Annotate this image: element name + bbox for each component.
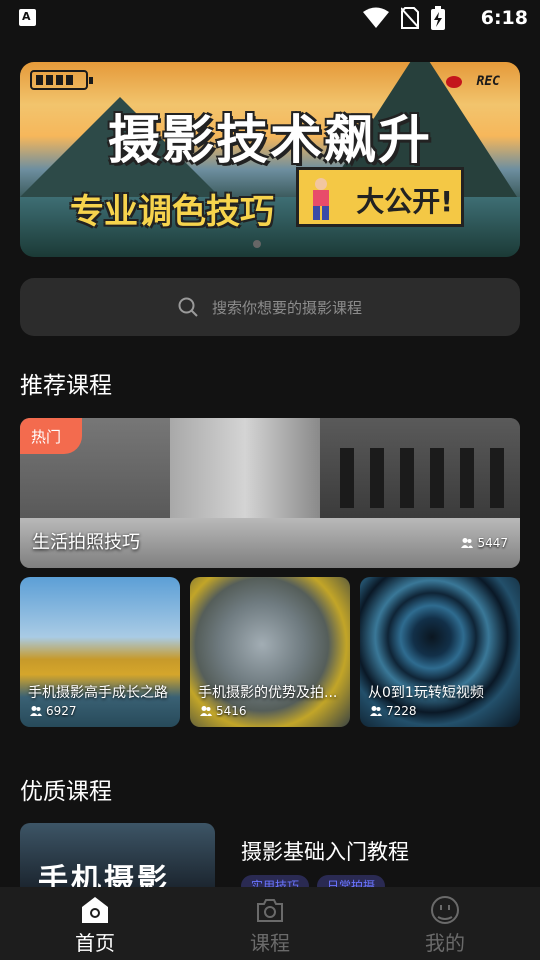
- home-icon: [82, 897, 108, 923]
- promo-banner[interactable]: REC 摄影技术飙升 专业调色技巧 大公开!: [20, 62, 520, 257]
- no-sim-icon: [401, 7, 419, 29]
- people-icon: [370, 706, 382, 716]
- featured-course-card[interactable]: 热门 生活拍照技巧 5447: [20, 418, 520, 568]
- people-icon: [200, 706, 212, 716]
- course-card-label: 从0到1玩转短视频: [368, 685, 484, 701]
- viewer-count: 5447: [461, 536, 508, 550]
- carousel-indicator[interactable]: [253, 240, 261, 248]
- viewer-count: 7228: [370, 704, 417, 718]
- status-bar: A 6:18: [0, 0, 540, 38]
- status-icons: [363, 6, 445, 30]
- nav-item-courses[interactable]: 课程: [210, 887, 330, 960]
- wifi-icon: [363, 7, 389, 28]
- battery-charging-icon: [431, 6, 445, 30]
- people-icon: [30, 706, 42, 716]
- battery-graphic-icon: [30, 70, 93, 90]
- course-card[interactable]: 手机摄影的优势及拍... 5416: [190, 577, 350, 727]
- viewer-count: 6927: [30, 704, 77, 718]
- section-title-quality: 优质课程: [20, 779, 112, 805]
- course-card-label: 手机摄影高手成长之路: [28, 685, 168, 701]
- banner-subtitle: 专业调色技巧: [70, 192, 274, 232]
- course-card[interactable]: 从0到1玩转短视频 7228: [360, 577, 520, 727]
- section-title-recommended: 推荐课程: [20, 373, 112, 399]
- people-icon: [461, 538, 474, 548]
- search-bar[interactable]: 搜索你想要的摄影课程: [20, 278, 520, 336]
- nav-label: 首页: [75, 931, 115, 955]
- nav-item-home[interactable]: 首页: [35, 887, 155, 960]
- course-thumbnail-text: 手机摄影: [38, 863, 170, 887]
- course-card-label: 手机摄影的优势及拍...: [198, 685, 338, 701]
- rec-dot-icon: [446, 76, 462, 88]
- camera-icon: [257, 899, 283, 922]
- viewer-count: 5416: [200, 704, 247, 718]
- featured-course-label: 生活拍照技巧: [32, 532, 140, 553]
- course-thumbnail[interactable]: 手机摄影: [20, 823, 215, 887]
- status-time: 6:18: [480, 7, 528, 29]
- nav-label: 我的: [425, 931, 465, 955]
- smiley-icon: [431, 896, 459, 924]
- banner-badge: 大公开!: [296, 167, 464, 227]
- course-title[interactable]: 摄影基础入门教程: [241, 836, 409, 866]
- nav-item-mine[interactable]: 我的: [385, 887, 505, 960]
- banner-title: 摄影技术飙升: [107, 111, 432, 171]
- app-notification-icon: A: [19, 9, 36, 26]
- search-icon: [178, 297, 198, 317]
- hot-badge: 热门: [20, 418, 82, 454]
- nav-label: 课程: [250, 931, 290, 955]
- bottom-nav: 首页 课程 我的: [0, 887, 540, 960]
- rec-label: REC: [476, 74, 500, 89]
- search-placeholder: 搜索你想要的摄影课程: [212, 299, 363, 317]
- course-card[interactable]: 手机摄影高手成长之路 6927: [20, 577, 180, 727]
- person-icon: [313, 178, 329, 220]
- banner-badge-text: 大公开!: [356, 185, 453, 218]
